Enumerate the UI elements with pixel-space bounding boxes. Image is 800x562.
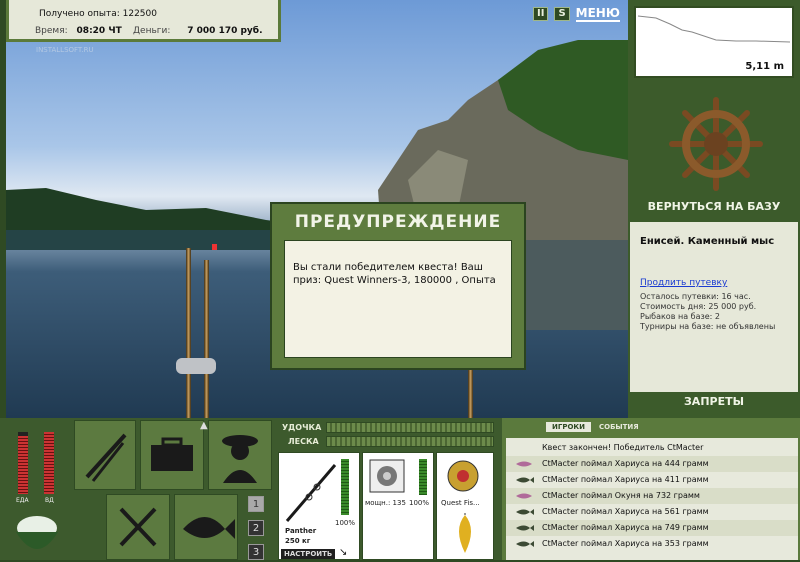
fisherman-tile[interactable] [208, 420, 272, 490]
time-value: 08:20 ЧТ [76, 26, 122, 36]
water-label: ВД [45, 497, 54, 504]
rod-percent: 100% [335, 519, 356, 527]
fisherman-icon [222, 435, 258, 483]
food-tile[interactable] [106, 494, 170, 560]
event-row: CtMacter поймал Хариуса на 561 грамм [506, 504, 798, 520]
rods-tile[interactable] [74, 420, 136, 490]
rods-icon [85, 433, 127, 482]
tune-button[interactable]: НАСТРОИТЬ [281, 549, 336, 559]
fish-icon [516, 525, 534, 531]
event-text: CtMacter поймал Хариуса на 561 грамм [542, 507, 709, 516]
fish-icon [516, 477, 534, 483]
arrow-icon: ↘ [339, 547, 348, 558]
rod-name: Panther [285, 527, 317, 535]
event-row: CtMacter поймал Хариуса на 411 грамм [506, 472, 798, 488]
event-text: CtMacter поймал Окуня на 732 грамм [542, 491, 700, 500]
line-spool-icon [447, 460, 479, 492]
experience-label: Получено опыта: [39, 9, 120, 19]
dialog-title: ПРЕДУПРЕЖДЕНИЕ [294, 212, 502, 232]
dialog-message: Вы стали победителем квеста! Ваш приз: Q… [284, 240, 512, 358]
fishing-rod-2[interactable] [204, 260, 209, 418]
warning-dialog[interactable]: ПРЕДУПРЕЖДЕНИЕ Вы стали победителем квес… [270, 202, 526, 370]
reel-condition-bar [419, 459, 427, 495]
food-bar [18, 436, 28, 494]
sound-button[interactable]: S [554, 7, 570, 21]
event-text: CtMacter поймал Хариуса на 411 грамм [542, 475, 709, 484]
rod-weight: 250 кг [285, 537, 311, 545]
bans-button[interactable]: ЗАПРЕТЫ [628, 395, 800, 408]
reel-icon [176, 358, 216, 374]
menu-button[interactable]: МЕНЮ [575, 6, 620, 22]
reel-power: мощн.: 135 [365, 499, 406, 507]
return-to-base-button[interactable]: ВЕРНУТЬСЯ НА БАЗУ [628, 200, 800, 213]
event-text: CtMacter поймал Хариуса на 444 грамм [542, 459, 709, 468]
tackle-box-icon [151, 437, 193, 471]
line-label: ЛЕСКА [288, 437, 319, 446]
hook-icon [516, 461, 532, 467]
fishing-rod-3[interactable] [468, 370, 473, 418]
float-bobber-icon [212, 244, 217, 250]
page-button-1[interactable]: 1 [248, 496, 264, 512]
depth-chart: 5,11 m [634, 6, 794, 78]
page-button-2[interactable]: 2 [248, 520, 264, 536]
top-controls: II S МЕНЮ [533, 6, 620, 22]
line-slot[interactable]: Quest Fis... [436, 452, 494, 560]
money-value: 7 000 170 руб. [187, 26, 263, 36]
events-list: Квест закончен! Победитель CtMacter CtMac… [506, 438, 798, 560]
tab-events[interactable]: СОБЫТИЯ [593, 422, 645, 432]
event-row: CtMacter поймал Окуня на 732 грамм [506, 488, 798, 504]
pause-button[interactable]: II [533, 7, 549, 21]
fish-keepnet-tile[interactable] [174, 494, 238, 560]
location-line: Турниры на базе: не объявлены [640, 322, 776, 331]
tackle-panel: УДОЧКА ЛЕСКА 100% Panther 250 кг НАСТРОИ… [276, 418, 498, 560]
experience-value: 122500 [122, 9, 157, 19]
rod-condition-bar [341, 459, 349, 515]
food-label: ЕДА [16, 497, 29, 504]
rod-slot[interactable]: 100% Panther 250 кг НАСТРОИТЬ ↘ [278, 452, 360, 560]
ship-wheel-icon[interactable] [668, 96, 764, 192]
rod-icon [285, 464, 337, 522]
event-row: CtMacter поймал Хариуса на 749 грамм [506, 520, 798, 536]
location-info: Енисей. Каменный мыс Продлить путевку Ос… [630, 222, 798, 392]
event-text: CtMacter поймал Хариуса на 749 грамм [542, 523, 709, 532]
event-row: CtMacter поймал Хариуса на 444 грамм [506, 456, 798, 472]
location-name: Енисей. Каменный мыс [640, 236, 775, 247]
cooking-pot-icon[interactable] [10, 506, 64, 560]
event-text: Квест закончен! Победитель CtMacter [542, 443, 704, 452]
tile-cursor-icon: ▲ [200, 420, 208, 431]
location-line: Стоимость дня: 25 000 руб. [640, 302, 757, 311]
events-panel: ИГРОКИ СОБЫТИЯ Квест закончен! Победител… [502, 418, 800, 560]
location-line: Осталось путевки: 16 час. [640, 292, 751, 301]
reel-icon [369, 459, 405, 493]
knife-fork-icon [119, 507, 157, 547]
fish-icon [516, 541, 534, 547]
line-tension-gauge [326, 436, 494, 447]
rod-label: УДОЧКА [282, 423, 322, 432]
tab-players[interactable]: ИГРОКИ [546, 422, 591, 432]
fish-icon [183, 517, 235, 539]
rod-tension-gauge [326, 422, 494, 433]
water-bar [44, 432, 54, 494]
reel-percent: 100% [409, 499, 430, 507]
extend-voucher-link[interactable]: Продлить путевку [640, 278, 727, 288]
event-text: CtMacter поймал Хариуса на 353 грамм [542, 539, 709, 548]
event-row: CtMacter поймал Хариуса на 353 грамм [506, 536, 798, 552]
line-name: Quest Fis... [441, 499, 480, 507]
fishing-rod-1[interactable] [186, 248, 191, 418]
watermark: INSTALLSOFT.RU [36, 46, 94, 54]
money-label: Деньги: [133, 26, 171, 36]
hook-icon [516, 493, 532, 499]
event-row: Квест закончен! Победитель CtMacter [506, 440, 798, 456]
reel-slot[interactable]: мощн.: 135 100% [362, 452, 434, 560]
depth-value: 5,11 m [745, 61, 784, 72]
time-label: Время: [35, 26, 68, 36]
player-info-panel: Получено опыта: 122500 Время: 08:20 ЧТ Д… [6, 0, 281, 42]
lure-icon [459, 513, 471, 553]
fish-icon [516, 509, 534, 515]
tackle-box-tile[interactable] [140, 420, 204, 490]
events-tabs: ИГРОКИ СОБЫТИЯ [546, 422, 645, 432]
location-line: Рыбаков на базе: 2 [640, 312, 720, 321]
page-button-3[interactable]: 3 [248, 544, 264, 560]
